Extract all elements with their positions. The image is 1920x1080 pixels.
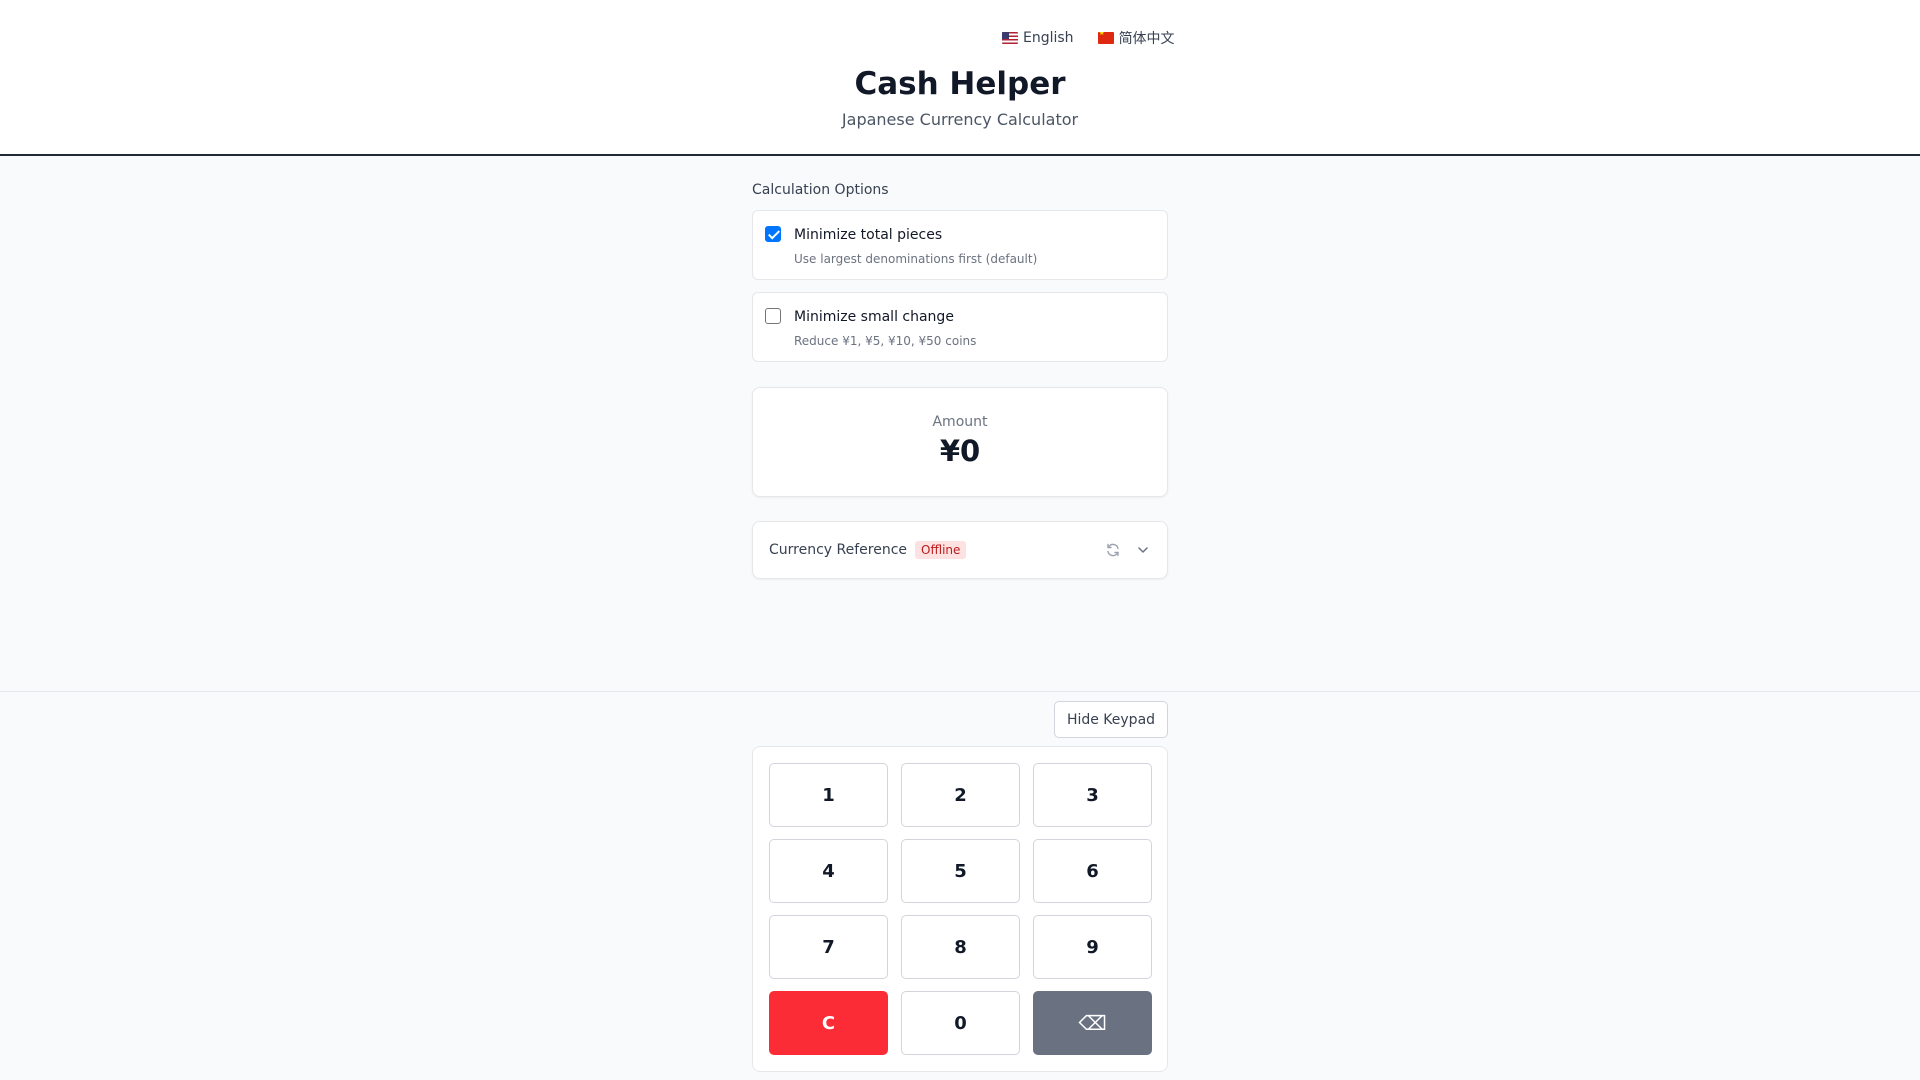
status-badge: Offline — [915, 541, 967, 559]
main-content: Calculation Options Minimize total piece… — [752, 156, 1168, 579]
clear-button[interactable]: C — [769, 991, 888, 1055]
currency-reference-panel[interactable]: Currency Reference Offline — [752, 521, 1168, 579]
minimize-total-pieces-checkbox[interactable] — [765, 226, 781, 242]
option-minimize-total-pieces[interactable]: Minimize total pieces Use largest denomi… — [752, 210, 1168, 280]
calculation-options-label: Calculation Options — [752, 182, 889, 198]
currency-reference-actions — [1105, 542, 1151, 558]
option-minimize-small-change[interactable]: Minimize small change Reduce ¥1, ¥5, ¥10… — [752, 292, 1168, 362]
option-description: Reduce ¥1, ¥5, ¥10, ¥50 coins — [794, 334, 977, 348]
key-7[interactable]: 7 — [769, 915, 888, 979]
key-2[interactable]: 2 — [901, 763, 1020, 827]
language-switcher: English 简体中文 — [1002, 28, 1175, 48]
keypad-divider — [0, 691, 1920, 692]
option-title: Minimize small change — [794, 309, 954, 325]
key-0[interactable]: 0 — [901, 991, 1020, 1055]
key-1[interactable]: 1 — [769, 763, 888, 827]
refresh-icon[interactable] — [1105, 542, 1121, 558]
backspace-button[interactable]: ⌫ — [1033, 991, 1152, 1055]
language-label: English — [1023, 30, 1074, 46]
app-header: English 简体中文 Cash Helper Japanese Curren… — [0, 0, 1920, 156]
key-4[interactable]: 4 — [769, 839, 888, 903]
chevron-down-icon[interactable] — [1135, 542, 1151, 558]
page-title: Cash Helper — [854, 66, 1066, 102]
currency-reference-title: Currency Reference — [769, 542, 908, 558]
amount-label: Amount — [932, 414, 988, 430]
page-subtitle: Japanese Currency Calculator — [841, 110, 1079, 129]
key-8[interactable]: 8 — [901, 915, 1020, 979]
amount-value: ¥0 — [939, 434, 981, 468]
key-5[interactable]: 5 — [901, 839, 1020, 903]
key-3[interactable]: 3 — [1033, 763, 1152, 827]
us-flag-icon — [1002, 32, 1018, 44]
amount-display: Amount ¥0 — [752, 387, 1168, 497]
key-6[interactable]: 6 — [1033, 839, 1152, 903]
numeric-keypad: 1 2 3 4 5 6 7 8 9 C 0 ⌫ — [752, 746, 1168, 1072]
cn-flag-icon — [1097, 32, 1114, 44]
option-title: Minimize total pieces — [794, 227, 943, 243]
key-9[interactable]: 9 — [1033, 915, 1152, 979]
minimize-small-change-checkbox[interactable] — [765, 308, 781, 324]
language-label: 简体中文 — [1118, 31, 1175, 47]
language-option-english[interactable]: English — [1002, 28, 1074, 48]
hide-keypad-button[interactable]: Hide Keypad — [1054, 701, 1168, 738]
option-description: Use largest denominations first (default… — [794, 252, 1038, 266]
language-option-chinese[interactable]: 简体中文 — [1097, 28, 1175, 48]
